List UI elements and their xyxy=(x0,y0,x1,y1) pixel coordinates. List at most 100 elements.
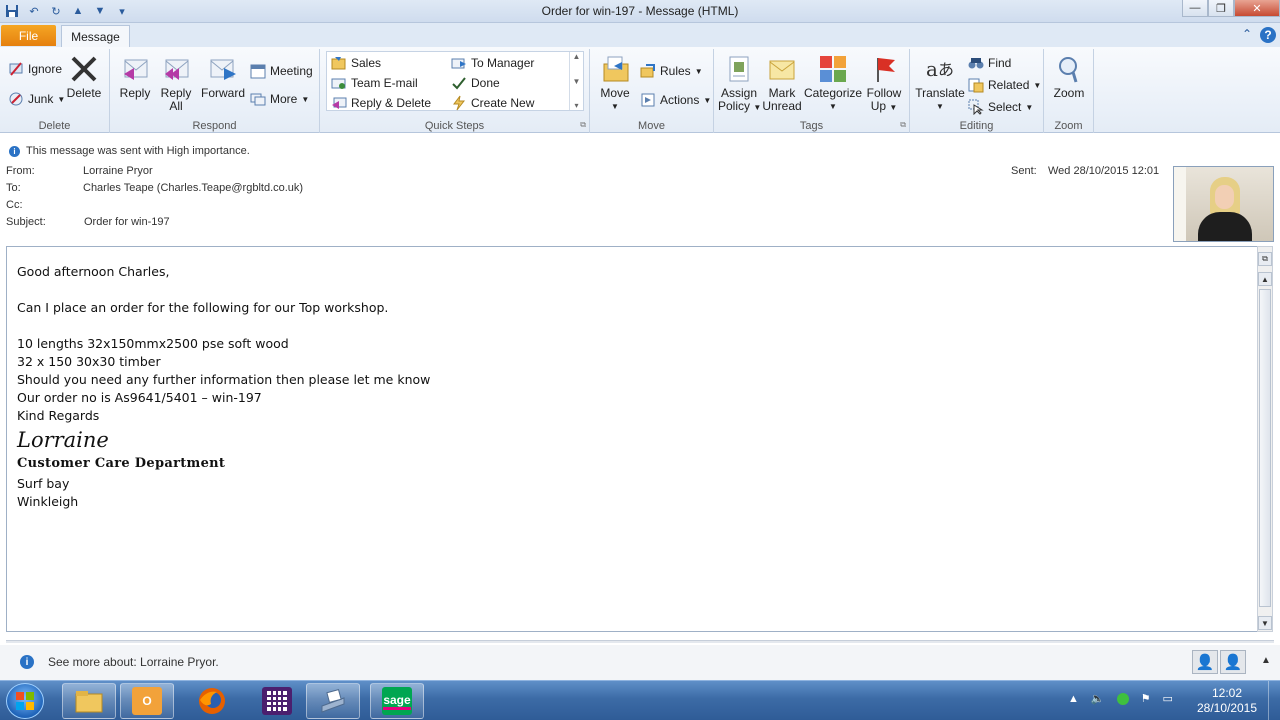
view-options-icon[interactable]: ⧉ xyxy=(1258,252,1272,266)
signature-address: Surf bay xyxy=(17,476,70,491)
ribbon: Ignore Junk ▼ Delete Delete Reply Reply … xyxy=(0,47,1280,133)
tab-file[interactable]: File xyxy=(1,25,56,46)
display-icon[interactable]: ▭ xyxy=(1162,692,1172,705)
title-bar: ↶ ↻ ▲ ▼ ▾ Order for win-197 - Message (H… xyxy=(0,0,1280,23)
to-label: To: xyxy=(6,182,21,194)
action-center-flag-icon[interactable]: ⚑ xyxy=(1141,692,1151,705)
group-label-zoom: Zoom xyxy=(1054,120,1083,132)
group-label-respond: Respond xyxy=(192,120,237,132)
grid-app-icon xyxy=(262,687,292,715)
meeting-button[interactable]: Meeting xyxy=(250,63,313,79)
ignore-button[interactable]: Ignore xyxy=(8,61,62,77)
rules-button[interactable]: Rules ▼ xyxy=(640,63,703,79)
group-label-quick-steps: Quick Steps xyxy=(424,120,485,132)
quick-step-sales[interactable]: Sales xyxy=(331,55,381,71)
taskbar-sage[interactable]: sage xyxy=(370,683,424,719)
delete-icon xyxy=(68,53,100,85)
taskbar-firefox[interactable] xyxy=(185,683,239,719)
scroll-up-icon[interactable]: ▲ xyxy=(1258,272,1272,286)
forward-button[interactable]: Forward xyxy=(200,53,246,100)
team-mail-icon xyxy=(331,75,347,91)
minimize-button[interactable]: — xyxy=(1182,0,1208,17)
taskbar-clock[interactable]: 12:02 28/10/2015 xyxy=(1196,686,1258,716)
message-body[interactable]: Good afternoon Charles, Can I place an o… xyxy=(6,246,1258,632)
scroll-up-icon[interactable]: ▲ xyxy=(573,52,581,61)
reply-all-button[interactable]: Reply All xyxy=(158,53,194,113)
body-scrollbar[interactable]: ⧉ ▲ ▼ xyxy=(1257,246,1273,632)
quick-step-to-manager[interactable]: To Manager xyxy=(451,55,534,71)
sent-label: Sent: xyxy=(1011,165,1037,177)
dropdown-arrow-icon: ▼ xyxy=(611,102,619,111)
more-respond-button[interactable]: More ▼ xyxy=(250,91,309,107)
actions-icon xyxy=(640,92,656,108)
body-line: Can I place an order for the following f… xyxy=(17,300,389,315)
dialog-launcher-icon[interactable]: ⧉ xyxy=(900,120,906,130)
actions-button[interactable]: Actions ▼ xyxy=(640,92,711,108)
quick-steps-scroll[interactable]: ▲ ▼ ▾ xyxy=(569,52,583,110)
help-icon[interactable]: ? xyxy=(1260,27,1276,43)
delete-button[interactable]: Delete xyxy=(64,53,104,100)
minimize-ribbon-icon[interactable]: ⌃ xyxy=(1242,27,1252,43)
importance-infobar: i This message was sent with High import… xyxy=(9,145,250,157)
show-desktop-button[interactable] xyxy=(1268,681,1280,720)
quick-step-done[interactable]: Done xyxy=(451,75,500,91)
select-button[interactable]: Select ▼ xyxy=(968,99,1033,115)
contact-avatar-icon[interactable]: 👤 xyxy=(1220,650,1246,674)
close-button[interactable]: ✕ xyxy=(1234,0,1280,17)
assign-policy-button[interactable]: Assign Policy ▼ xyxy=(718,53,762,114)
dropdown-arrow-icon: ▼ xyxy=(753,103,762,112)
network-status-icon[interactable] xyxy=(1116,692,1129,705)
zoom-button[interactable]: Zoom xyxy=(1048,53,1090,100)
message-header: i This message was sent with High import… xyxy=(0,134,1280,244)
taskbar-explorer[interactable] xyxy=(62,683,116,719)
dropdown-arrow-icon: ▼ xyxy=(703,95,712,105)
categorize-button[interactable]: Categorize ▼ xyxy=(804,53,862,113)
expand-gallery-icon[interactable]: ▾ xyxy=(574,101,578,110)
people-pane-divider[interactable] xyxy=(6,640,1274,643)
magnifier-icon xyxy=(1053,53,1085,85)
junk-icon xyxy=(8,91,24,107)
to-value[interactable]: Charles Teape (Charles.Teape@rgbltd.co.u… xyxy=(83,182,303,194)
show-hidden-icons-icon[interactable]: ▲ xyxy=(1068,693,1079,705)
from-value[interactable]: Lorraine Pryor xyxy=(83,165,153,177)
mark-unread-button[interactable]: Mark Unread xyxy=(762,53,802,113)
sender-photo[interactable] xyxy=(1173,166,1274,242)
move-button[interactable]: Move ▼ xyxy=(598,53,632,113)
people-pane-text[interactable]: See more about: Lorraine Pryor. xyxy=(48,655,219,669)
contact-avatar-icon[interactable]: 👤 xyxy=(1192,650,1218,674)
more-icon xyxy=(250,91,266,107)
reply-button[interactable]: Reply xyxy=(118,53,152,100)
calendar-icon xyxy=(250,63,266,79)
expand-people-pane-icon[interactable]: ▲ xyxy=(1261,655,1271,666)
scroll-thumb[interactable] xyxy=(1259,289,1271,607)
related-button[interactable]: Related ▼ xyxy=(968,77,1041,93)
volume-muted-icon[interactable]: 🔈 xyxy=(1091,692,1105,705)
junk-button[interactable]: Junk ▼ xyxy=(8,91,65,107)
body-line: Kind Regards xyxy=(17,408,100,423)
maximize-button[interactable]: ❐ xyxy=(1208,0,1234,17)
quick-step-create-new[interactable]: Create New xyxy=(451,95,534,111)
dropdown-arrow-icon: ▼ xyxy=(936,102,944,111)
dropdown-arrow-icon: ▼ xyxy=(1025,102,1034,112)
quick-step-reply-delete[interactable]: Reply & Delete xyxy=(331,95,431,111)
scroll-down-icon[interactable]: ▼ xyxy=(1258,616,1272,630)
window-title: Order for win-197 - Message (HTML) xyxy=(541,4,739,18)
taskbar-outlook[interactable]: O xyxy=(120,683,174,719)
start-button[interactable] xyxy=(6,683,44,719)
subject-value: Order for win-197 xyxy=(84,216,170,228)
find-button[interactable]: Find xyxy=(968,55,1011,71)
scroll-down-icon[interactable]: ▼ xyxy=(573,77,581,86)
ignore-icon xyxy=(8,61,24,77)
dialog-launcher-icon[interactable]: ⧉ xyxy=(580,120,586,130)
subject-label: Subject: xyxy=(6,216,46,228)
flag-icon xyxy=(868,53,900,85)
tab-message[interactable]: Message xyxy=(61,25,130,47)
move-folder-icon xyxy=(599,53,631,85)
follow-up-button[interactable]: Follow Up ▼ xyxy=(864,53,904,114)
taskbar-scanner[interactable] xyxy=(306,683,360,719)
translate-button[interactable]: aあ Translate ▼ xyxy=(914,53,966,113)
dropdown-arrow-icon: ▼ xyxy=(829,102,837,111)
quick-step-team-email[interactable]: Team E-mail xyxy=(331,75,418,91)
people-pane: i See more about: Lorraine Pryor. 👤 👤 ▲ xyxy=(0,645,1280,680)
taskbar-calculator-app[interactable] xyxy=(250,683,304,719)
